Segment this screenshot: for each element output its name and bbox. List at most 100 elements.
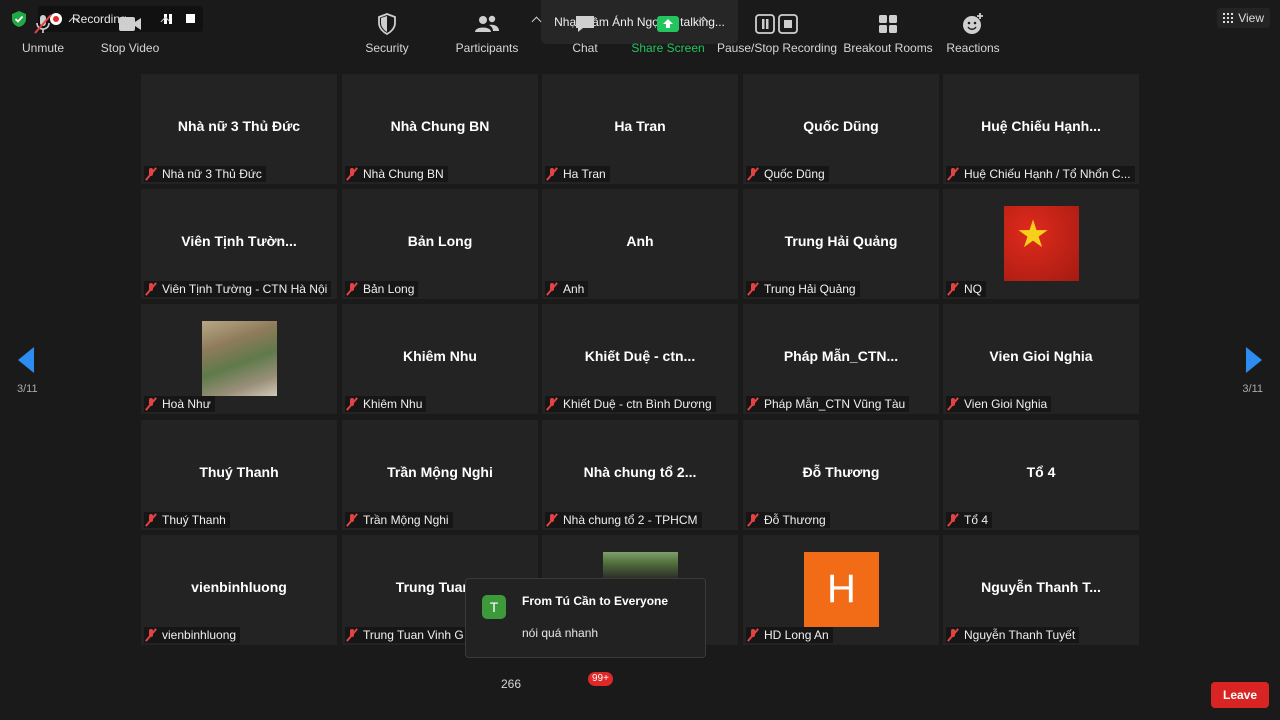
breakout-rooms-button[interactable]: Breakout Rooms (843, 0, 933, 56)
shield-icon (378, 13, 396, 36)
participant-tile[interactable]: Hoà Như (141, 304, 337, 414)
participant-tile[interactable]: Thuý Thanh Thuý Thanh (141, 420, 337, 530)
mic-muted-icon (746, 628, 760, 642)
participant-tile[interactable]: Nguyễn Thanh T... Nguyễn Thanh Tuyết (943, 535, 1139, 645)
participant-name: Vien Gioi Nghia (989, 348, 1093, 364)
mic-muted-icon (345, 513, 359, 527)
participant-tile[interactable]: Đỗ Thương Đỗ Thương (743, 420, 939, 530)
stop-video-label: Stop Video (100, 41, 160, 55)
participant-footer-label: Nguyễn Thanh Tuyết (964, 628, 1076, 642)
mic-muted-icon (545, 282, 559, 296)
participant-footer-label: Khiêm Nhu (363, 397, 423, 411)
participants-button[interactable]: Participants (456, 0, 518, 56)
page-indicator-left: 3/11 (17, 383, 38, 395)
participant-tile[interactable]: Huệ Chiếu Hạnh... Huệ Chiếu Hạnh / Tổ Nh… (943, 74, 1139, 184)
mic-muted-icon (144, 628, 158, 642)
view-label: View (1238, 11, 1264, 25)
participant-tile[interactable]: Trung Hải Quảng Trung Hải Quảng (743, 189, 939, 299)
participant-tile[interactable]: H HD Long An (743, 535, 939, 645)
participants-caret-icon[interactable] (531, 16, 542, 27)
pause-stop-recording-icon (755, 14, 798, 34)
participant-name: Huệ Chiếu Hạnh... (981, 118, 1101, 134)
participant-tile[interactable]: Khiêm Nhu Khiêm Nhu (342, 304, 538, 414)
participants-label: Participants (455, 41, 519, 55)
participant-tile[interactable]: ★ NQ (943, 189, 1139, 299)
breakout-rooms-icon (879, 15, 897, 33)
mic-muted-icon (545, 397, 559, 411)
participant-footer: Nhà Chung BN (345, 166, 448, 182)
reactions-button[interactable]: Reactions (946, 0, 1000, 56)
participant-name: Trần Mộng Nghi (387, 464, 493, 480)
mic-muted-icon (144, 513, 158, 527)
participant-tile[interactable]: Nhà chung tổ 2... Nhà chung tổ 2 - TPHCM (542, 420, 738, 530)
participant-tile[interactable]: vienbinhluong vienbinhluong (141, 535, 337, 645)
participant-tile[interactable]: Anh Anh (542, 189, 738, 299)
participant-footer: Ha Tran (545, 166, 610, 182)
participant-name: Quốc Dũng (803, 118, 879, 134)
participant-footer: NQ (946, 281, 986, 297)
participant-tile[interactable]: Nhà Chung BN Nhà Chung BN (342, 74, 538, 184)
participant-footer: Trần Mộng Nghi (345, 512, 453, 528)
view-button[interactable]: View (1217, 8, 1270, 28)
participant-name: Khiêm Nhu (403, 348, 477, 364)
participant-footer: Khiêm Nhu (345, 396, 427, 412)
participant-tile[interactable]: Ha Tran Ha Tran (542, 74, 738, 184)
stop-recording-icon[interactable] (186, 14, 195, 23)
pause-stop-recording-label: Pause/Stop Recording (716, 41, 838, 55)
chat-button[interactable]: Chat (567, 0, 603, 56)
participant-footer-label: Trần Mộng Nghi (363, 513, 449, 527)
chat-label: Chat (572, 41, 598, 55)
share-screen-button[interactable]: Share Screen (631, 0, 705, 56)
participant-count: 266 (501, 677, 522, 691)
unmute-button[interactable]: Unmute (18, 0, 68, 56)
participant-name: Bản Long (407, 233, 473, 249)
video-camera-icon (119, 17, 141, 31)
participant-footer-label: Nhà Chung BN (363, 167, 444, 181)
mic-muted-icon (345, 167, 359, 181)
mic-muted-icon (946, 628, 960, 642)
participant-name: Pháp Mẫn_CTN... (783, 348, 899, 364)
mic-muted-icon (746, 397, 760, 411)
participant-footer-label: Vien Gioi Nghia (964, 397, 1048, 411)
participant-tile[interactable]: Tổ 4 Tổ 4 (943, 420, 1139, 530)
participant-footer: Pháp Mẫn_CTN Vũng Tàu (746, 396, 910, 412)
participant-footer-label: Hoà Như (162, 397, 211, 411)
participant-footer: Đỗ Thương (746, 512, 830, 528)
participant-footer-label: HD Long An (764, 628, 829, 642)
participant-footer: vienbinhluong (144, 627, 241, 643)
participant-name: Nhà Chung BN (390, 118, 490, 134)
participant-name: Ha Tran (614, 118, 666, 134)
mic-muted-icon (345, 397, 359, 411)
participant-tile[interactable]: Khiết Duệ - ctn... Khiết Duệ - ctn Bình … (542, 304, 738, 414)
participant-tile[interactable]: Trần Mộng Nghi Trần Mộng Nghi (342, 420, 538, 530)
mic-muted-icon (345, 282, 359, 296)
unmute-label: Unmute (21, 41, 65, 55)
leave-button[interactable]: Leave (1211, 682, 1269, 708)
security-button[interactable]: Security (362, 0, 412, 56)
mic-muted-icon (144, 282, 158, 296)
next-page-arrow-icon[interactable] (1246, 347, 1262, 373)
participant-footer: Khiết Duệ - ctn Bình Dương (545, 396, 716, 412)
participant-tile[interactable]: Quốc Dũng Quốc Dũng (743, 74, 939, 184)
participant-tile[interactable]: Vien Gioi Nghia Vien Gioi Nghia (943, 304, 1139, 414)
participant-tile[interactable]: Nhà nữ 3 Thủ Đức Nhà nữ 3 Thủ Đức (141, 74, 337, 184)
participant-tile[interactable]: Pháp Mẫn_CTN... Pháp Mẫn_CTN Vũng Tàu (743, 304, 939, 414)
pause-stop-recording-button[interactable]: Pause/Stop Recording (716, 0, 838, 56)
chat-notification-popup[interactable]: T From Tú Cần to Everyone nói quá nhanh (465, 578, 706, 658)
mic-muted-icon (946, 513, 960, 527)
participant-name: Trung Hải Quảng (784, 233, 898, 249)
mic-muted-icon (946, 282, 960, 296)
participant-name: Nhà nữ 3 Thủ Đức (177, 118, 301, 134)
mic-muted-icon (746, 282, 760, 296)
participant-tile[interactable]: Viên Tịnh Tườn... Viên Tịnh Tường - CTN … (141, 189, 337, 299)
participant-footer: HD Long An (746, 627, 833, 643)
mic-muted-icon (545, 513, 559, 527)
previous-page-arrow-icon[interactable] (18, 347, 34, 373)
stop-video-button[interactable]: Stop Video (99, 0, 161, 56)
vietnam-flag-image: ★ (1004, 206, 1079, 281)
participant-footer-label: NQ (964, 282, 982, 296)
mic-muted-icon (144, 397, 158, 411)
participant-tile[interactable]: Bản Long Bản Long (342, 189, 538, 299)
mic-muted-icon (946, 167, 960, 181)
mic-muted-icon (746, 513, 760, 527)
